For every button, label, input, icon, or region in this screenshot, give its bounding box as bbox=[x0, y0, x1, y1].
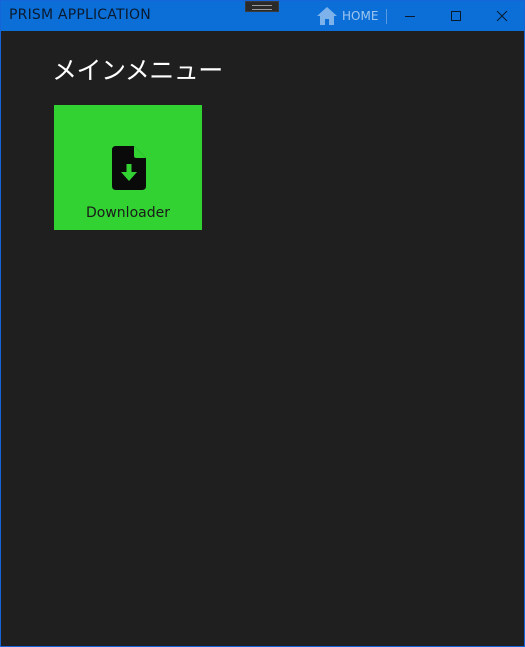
home-button[interactable]: HOME bbox=[316, 6, 378, 26]
tile-label: Downloader bbox=[86, 205, 170, 221]
close-icon bbox=[496, 10, 508, 22]
minimize-button[interactable] bbox=[387, 1, 433, 31]
drag-handle[interactable] bbox=[245, 1, 279, 12]
close-button[interactable] bbox=[479, 1, 525, 31]
home-icon bbox=[317, 7, 337, 25]
page-title: メインメニュー bbox=[52, 56, 223, 85]
main-content: メインメニュー Downloader bbox=[1, 31, 524, 646]
title-bar[interactable]: PRISM APPLICATION HOME bbox=[1, 1, 524, 31]
app-window: PRISM APPLICATION HOME メインメニュー Downloade… bbox=[0, 0, 525, 647]
tile-downloader[interactable]: Downloader bbox=[54, 105, 202, 230]
app-title: PRISM APPLICATION bbox=[9, 7, 151, 23]
minimize-icon bbox=[405, 16, 415, 17]
home-label: HOME bbox=[342, 9, 379, 23]
grip-icon bbox=[252, 5, 272, 10]
maximize-icon bbox=[451, 11, 461, 21]
file-download-icon bbox=[112, 146, 146, 190]
maximize-button[interactable] bbox=[433, 1, 479, 31]
